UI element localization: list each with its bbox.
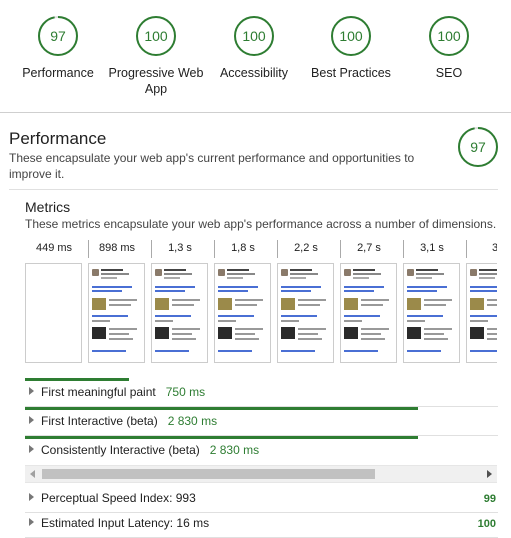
metric-name: Estimated Input Latency: 16 ms [41, 516, 210, 530]
metric-first-meaningful-paint[interactable]: First meaningful paint 750 ms [25, 378, 498, 407]
gauge-pwa[interactable]: 100 Progressive Web App [101, 15, 211, 97]
frame-time: 1,8 s [231, 242, 255, 254]
metrics-description: These metrics encapsulate your web app's… [25, 217, 497, 231]
gauge-score: 100 [242, 28, 266, 44]
frame-thumbnail [214, 263, 271, 363]
frame-time: 2,7 s [357, 242, 381, 254]
expand-arrow-icon[interactable] [29, 518, 34, 526]
gauge-score: 100 [144, 28, 168, 44]
gauge-score: 100 [437, 28, 461, 44]
scroll-left-icon[interactable] [30, 470, 35, 478]
score-ring-icon: 97 [38, 16, 78, 56]
gauge-best-practices[interactable]: 100 Best Practices [296, 15, 406, 81]
expand-arrow-icon[interactable] [29, 387, 34, 395]
scrollbar-thumb[interactable] [42, 469, 375, 479]
metric-bar [25, 378, 129, 381]
filmstrip: 449 ms 898 ms 1,3 s 1,8 s 2,2 s 2,7 s 3,… [25, 240, 497, 365]
filmstrip-frame: 1,3 s [151, 240, 209, 363]
frame-thumbnail [88, 263, 145, 363]
gauge-accessibility[interactable]: 100 Accessibility [199, 15, 309, 81]
metric-name: Consistently Interactive (beta) [41, 443, 200, 457]
filmstrip-frame: 3,1 s [403, 240, 461, 363]
category-gauges: 97 Performance 100 Progressive Web App 1… [0, 0, 511, 113]
metric-value: 750 ms [165, 385, 206, 399]
frame-time: 449 ms [35, 242, 73, 254]
score-ring-icon: 100 [234, 16, 274, 56]
frame-time: 3 [491, 242, 497, 254]
performance-title: Performance [9, 129, 107, 148]
expand-arrow-icon[interactable] [29, 493, 34, 501]
score-ring-icon: 100 [331, 16, 371, 56]
scroll-right-icon[interactable] [487, 470, 492, 478]
score-ring-icon: 100 [136, 16, 176, 56]
metric-estimated-input-latency[interactable]: Estimated Input Latency: 16 ms 100 [25, 509, 498, 538]
horizontal-scrollbar[interactable] [25, 465, 497, 483]
filmstrip-frame: 3 [466, 240, 497, 363]
filmstrip-frame: 449 ms [25, 240, 83, 363]
gauge-label: Progressive Web App [108, 66, 204, 96]
metric-bar [25, 436, 418, 439]
metric-first-interactive[interactable]: First Interactive (beta) 2 830 ms [25, 407, 498, 436]
metric-name: Perceptual Speed Index: 993 [41, 491, 196, 505]
metrics-title: Metrics [25, 199, 71, 215]
expand-arrow-icon[interactable] [29, 445, 34, 453]
gauge-seo[interactable]: 100 SEO [394, 15, 504, 81]
metric-score: 100 [477, 518, 496, 530]
score-ring-icon: 97 [458, 127, 498, 167]
frame-thumbnail [25, 263, 82, 363]
performance-description: These encapsulate your web app's current… [9, 151, 415, 181]
performance-gauge: 97 [457, 126, 499, 173]
metric-value: 2 830 ms [209, 443, 260, 457]
expand-arrow-icon[interactable] [29, 416, 34, 424]
divider [9, 189, 498, 190]
filmstrip-frame: 2,7 s [340, 240, 398, 363]
gauge-label: Accessibility [219, 66, 289, 80]
metric-score: 99 [483, 493, 496, 505]
gauge-label: Performance [22, 66, 94, 80]
filmstrip-frame: 898 ms [88, 240, 146, 363]
frame-thumbnail [466, 263, 497, 363]
filmstrip-frame: 1,8 s [214, 240, 272, 363]
frame-time: 898 ms [98, 242, 136, 254]
frame-thumbnail [403, 263, 460, 363]
gauge-label: SEO [435, 66, 463, 80]
metric-bar [25, 407, 418, 410]
score-ring-icon: 100 [429, 16, 469, 56]
frame-time: 2,2 s [294, 242, 318, 254]
gauge-performance[interactable]: 97 Performance [3, 15, 113, 81]
frame-time: 1,3 s [168, 242, 192, 254]
metric-value: 2 830 ms [167, 414, 218, 428]
gauge-label: Best Practices [311, 66, 391, 80]
filmstrip-frame: 2,2 s [277, 240, 335, 363]
frame-thumbnail [151, 263, 208, 363]
frame-thumbnail [340, 263, 397, 363]
frame-thumbnail [277, 263, 334, 363]
gauge-score: 100 [339, 28, 363, 44]
metric-consistently-interactive[interactable]: Consistently Interactive (beta) 2 830 ms [25, 436, 498, 464]
gauge-score: 97 [50, 28, 66, 44]
metric-name: First meaningful paint [41, 385, 156, 399]
metric-name: First Interactive (beta) [41, 414, 158, 428]
frame-time: 3,1 s [420, 242, 444, 254]
gauge-score: 97 [470, 139, 486, 155]
